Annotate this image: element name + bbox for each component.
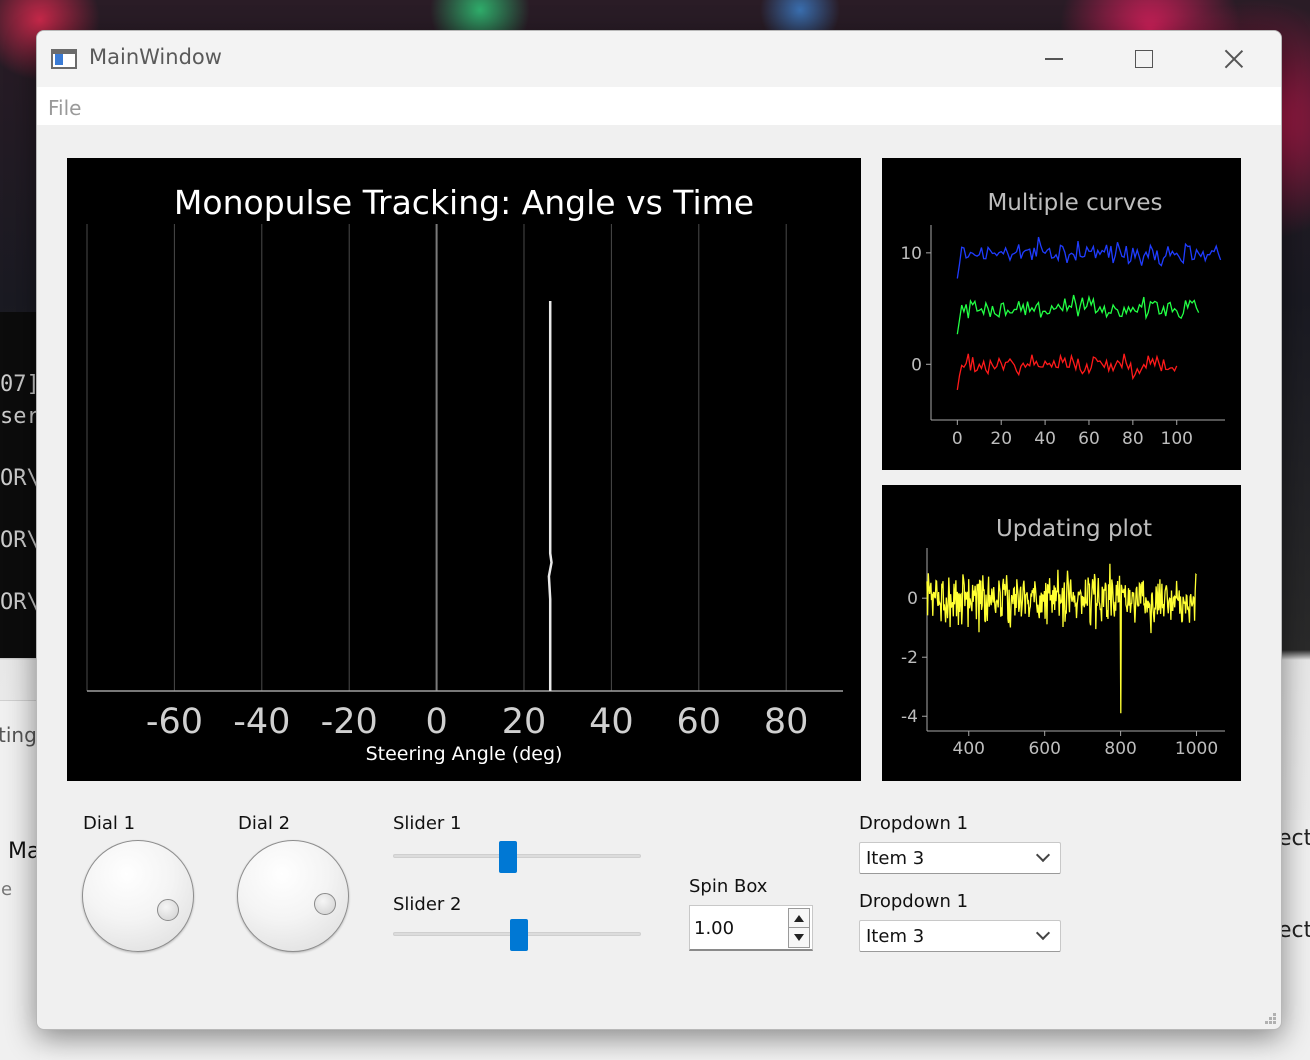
x-axis-label: Steering Angle (deg) xyxy=(366,743,563,765)
grid-lines xyxy=(86,224,787,691)
main-window: MainWindow File Monopulse Tracking: Angl… xyxy=(36,30,1282,1030)
spin-down-button[interactable] xyxy=(789,928,809,947)
dial-1[interactable] xyxy=(82,840,194,952)
updating-trace xyxy=(926,563,1197,714)
y-tick-label: 0 xyxy=(907,589,918,609)
slider-1-handle[interactable] xyxy=(498,841,517,873)
x-tick-label: 80 xyxy=(764,702,809,742)
dial-1-notch xyxy=(157,899,180,921)
minimize-button[interactable] xyxy=(1009,31,1099,87)
maximize-icon xyxy=(1135,50,1153,68)
x-tick-label: 400 xyxy=(953,739,985,759)
slider-2-handle[interactable] xyxy=(510,919,529,951)
dial-2[interactable] xyxy=(237,840,349,952)
arrow-down-icon xyxy=(794,934,804,941)
arrow-up-icon xyxy=(794,914,804,922)
curve-3 xyxy=(956,353,1178,391)
curve-1 xyxy=(956,236,1222,279)
terminal-line: OR\ xyxy=(0,466,40,491)
terminal-line: OR\ xyxy=(0,590,40,615)
dial2-label: Dial 2 xyxy=(238,813,291,834)
slider2-label: Slider 2 xyxy=(393,894,462,915)
x-tick-label: -40 xyxy=(233,702,290,742)
x-tick-label: 60 xyxy=(1078,429,1100,449)
x-tick-label: 0 xyxy=(952,429,963,449)
x-tick-label: 20 xyxy=(990,429,1012,449)
dropdown1-label: Dropdown 1 xyxy=(859,813,969,834)
terminal-line: ser xyxy=(0,404,40,429)
tick-labels: 0 20 40 60 80 100 0 10 xyxy=(900,244,1193,449)
background-text: le xyxy=(0,879,13,900)
curves xyxy=(956,236,1222,391)
app-window-icon xyxy=(51,49,77,69)
y-tick-label: -2 xyxy=(901,648,918,668)
slider-2[interactable] xyxy=(393,919,641,951)
spin-box[interactable]: 1.00 xyxy=(689,905,813,951)
background-text: ect xyxy=(1278,918,1310,943)
menu-file[interactable]: File xyxy=(48,96,81,120)
chevron-down-icon xyxy=(1035,847,1051,863)
monopulse-plot[interactable]: Monopulse Tracking: Angle vs Time -60 -40… xyxy=(67,158,861,781)
dial1-label: Dial 1 xyxy=(83,813,136,834)
dropdown-1[interactable]: Item 3 xyxy=(859,842,1061,874)
slider1-label: Slider 1 xyxy=(393,813,462,834)
curve-2 xyxy=(956,294,1200,335)
x-tick-label: 40 xyxy=(1034,429,1056,449)
x-tick-label: 40 xyxy=(589,702,634,742)
x-tick-label: 1000 xyxy=(1175,739,1218,759)
x-tick-label: 800 xyxy=(1104,739,1136,759)
close-button[interactable] xyxy=(1189,31,1279,87)
spin-box-value[interactable]: 1.00 xyxy=(694,918,734,939)
window-title: MainWindow xyxy=(89,45,222,69)
title-bar[interactable]: MainWindow xyxy=(37,31,1281,87)
background-text: ect xyxy=(1278,826,1310,851)
x-tick-label: 100 xyxy=(1161,429,1193,449)
spinbox-label: Spin Box xyxy=(689,876,768,897)
dropdown2-label: Dropdown 1 xyxy=(859,891,969,912)
x-tick-label: 20 xyxy=(502,702,547,742)
resize-grip-icon[interactable] xyxy=(1263,1011,1277,1025)
updating-plot[interactable]: Updating plot 400 600 800 1000 0 -2 -4 xyxy=(882,485,1241,781)
y-tick-label: -4 xyxy=(901,707,918,727)
angle-trace xyxy=(547,301,553,691)
multiple-curves-plot[interactable]: Multiple curves 0 20 40 60 80 100 0 10 xyxy=(882,158,1241,470)
x-tick-label: 0 xyxy=(425,702,447,742)
y-tick-label: 0 xyxy=(911,355,922,375)
background-window-left: ting Ma le xyxy=(0,700,40,1060)
x-tick-label: 60 xyxy=(677,702,722,742)
dropdown-1-value: Item 3 xyxy=(866,848,925,869)
maximize-button[interactable] xyxy=(1099,31,1189,87)
slider-1[interactable] xyxy=(393,841,641,873)
chart-title: Monopulse Tracking: Angle vs Time xyxy=(174,183,754,222)
background-terminal: 07] ser OR\ OR\ OR\ xyxy=(0,312,40,658)
x-tick-label: 80 xyxy=(1122,429,1144,449)
terminal-line: OR\ xyxy=(0,528,40,553)
chart-title: Updating plot xyxy=(996,516,1152,542)
background-text: ting xyxy=(0,723,37,747)
dropdown-2[interactable]: Item 3 xyxy=(859,920,1061,952)
x-tick-label: -60 xyxy=(146,702,203,742)
dropdown-2-value: Item 3 xyxy=(866,926,925,947)
y-tick-label: 10 xyxy=(900,244,922,264)
spin-buttons xyxy=(788,908,810,948)
slider-1-groove xyxy=(393,854,641,858)
x-tick-label: 600 xyxy=(1028,739,1060,759)
dial-2-notch xyxy=(314,892,337,915)
menu-bar: File xyxy=(37,87,1281,125)
chevron-down-icon xyxy=(1035,925,1051,941)
close-icon xyxy=(1224,49,1244,69)
minimize-icon xyxy=(1045,58,1063,60)
terminal-line: 07] xyxy=(0,372,40,397)
spin-up-button[interactable] xyxy=(789,909,809,928)
x-tick-label: -20 xyxy=(321,702,378,742)
x-tick-labels: -60 -40 -20 0 20 40 60 80 xyxy=(146,702,809,742)
chart-title: Multiple curves xyxy=(987,190,1162,216)
